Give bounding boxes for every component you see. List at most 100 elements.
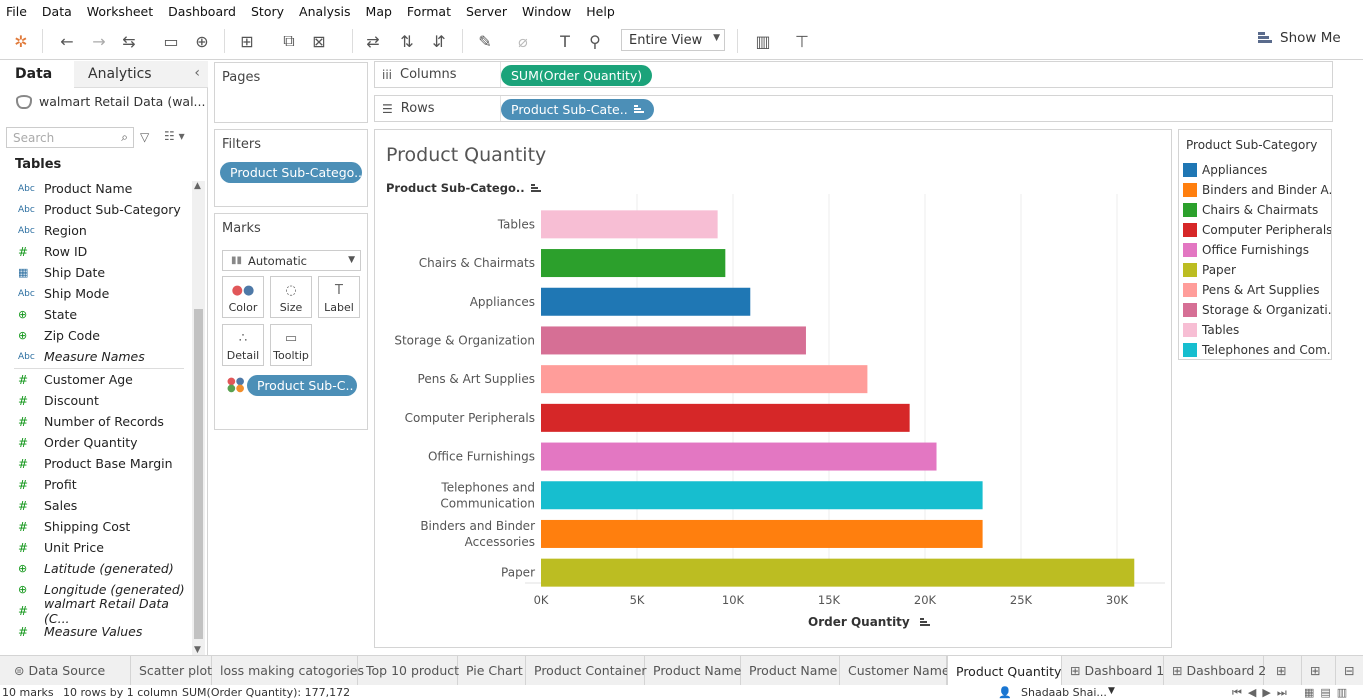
redo-icon[interactable]: →: [88, 31, 110, 51]
filter-icon[interactable]: ▽: [140, 130, 154, 144]
sheet-tab[interactable]: Product Name: [741, 656, 840, 685]
sheet-tab[interactable]: Scatter plot: [131, 656, 212, 685]
legend-item[interactable]: Pens & Art Supplies: [1183, 280, 1331, 300]
field-item[interactable]: ⊕ Zip Code: [0, 325, 190, 346]
columns-shelf[interactable]: iii Columns SUM(Order Quantity): [374, 61, 1333, 88]
field-item[interactable]: # Profit: [0, 474, 190, 495]
sheet-tab[interactable]: Product Name: [645, 656, 741, 685]
field-item[interactable]: # Order Quantity: [0, 432, 190, 453]
legend-item[interactable]: Storage & Organizati..: [1183, 300, 1331, 320]
save-icon[interactable]: ▭: [160, 31, 182, 51]
bar[interactable]: [541, 249, 726, 278]
new-datasource-icon[interactable]: ⊕: [191, 31, 213, 51]
collapse-pane-icon[interactable]: ‹: [194, 65, 200, 81]
field-item[interactable]: Abc Ship Mode: [0, 283, 190, 304]
field-item[interactable]: ▦ Ship Date: [0, 262, 190, 283]
field-item[interactable]: # Measure Values: [0, 621, 190, 642]
columns-pill[interactable]: SUM(Order Quantity): [501, 65, 653, 86]
tooltip-button[interactable]: ▭ Tooltip: [270, 324, 312, 366]
bar[interactable]: [541, 442, 937, 471]
field-item[interactable]: # Customer Age: [0, 369, 190, 390]
fix-axes-icon[interactable]: ⚲: [584, 31, 606, 51]
sheet-tab[interactable]: loss making catogories: [212, 656, 364, 685]
field-item[interactable]: # Unit Price: [0, 537, 190, 558]
fit-dropdown[interactable]: Entire View ▼: [621, 29, 725, 51]
size-button[interactable]: ◌ Size: [270, 276, 312, 318]
label-button[interactable]: T Label: [318, 276, 360, 318]
menu-story[interactable]: Story: [251, 4, 284, 19]
tableau-logo-icon[interactable]: ✲: [10, 31, 32, 51]
show-me-button[interactable]: Show Me: [1258, 30, 1341, 46]
field-item[interactable]: # Shipping Cost: [0, 516, 190, 537]
legend-item[interactable]: Tables: [1183, 320, 1331, 340]
rows-pill[interactable]: Product Sub-Cate..: [501, 99, 654, 120]
group-members-icon[interactable]: ⌀: [512, 31, 534, 51]
legend-item[interactable]: Office Furnishings: [1183, 240, 1331, 260]
sheet-tab[interactable]: ⊜ Data Source: [6, 656, 131, 685]
filters-card[interactable]: Filters Product Sub-Catego..: [214, 129, 368, 207]
search-input[interactable]: Search ⌕: [6, 127, 134, 148]
bar[interactable]: [541, 403, 910, 432]
bar[interactable]: [541, 210, 718, 239]
menu-help[interactable]: Help: [586, 4, 615, 19]
sort-ascending-icon[interactable]: ⇅: [396, 31, 418, 51]
tab-analytics[interactable]: Analytics ‹: [74, 61, 208, 88]
bar[interactable]: [541, 558, 1135, 587]
sort-descending-icon[interactable]: ⇵: [428, 31, 450, 51]
menu-format[interactable]: Format: [407, 4, 451, 19]
filter-pill[interactable]: Product Sub-Catego..: [220, 162, 362, 183]
new-worksheet-icon[interactable]: ⊞: [236, 31, 258, 51]
sheet-tab[interactable]: ⊞ Dashboard 1: [1062, 656, 1164, 685]
sheet-tab[interactable]: Product Quantity: [947, 656, 1062, 686]
bar[interactable]: [541, 287, 751, 316]
bar[interactable]: [541, 481, 983, 510]
scrollbar[interactable]: ▲ ▼: [192, 181, 205, 655]
field-item[interactable]: Abc Measure Names: [0, 346, 190, 367]
show-mark-labels-icon[interactable]: T: [554, 31, 576, 51]
bar[interactable]: [541, 519, 983, 548]
datasource-item[interactable]: walmart Retail Data (wal...: [16, 94, 205, 109]
legend-item[interactable]: Paper: [1183, 260, 1331, 280]
new-worksheet-icon[interactable]: ⊞: [1268, 656, 1302, 685]
field-item[interactable]: # walmart Retail Data (C...: [0, 596, 190, 626]
chevron-down-icon[interactable]: ▼: [1108, 686, 1115, 696]
sheet-view-icons[interactable]: ▦▤▥: [1304, 686, 1353, 699]
field-item[interactable]: Abc Region: [0, 220, 190, 241]
color-button[interactable]: ●● Color: [222, 276, 264, 318]
row-header[interactable]: Product Sub-Catego..: [386, 181, 541, 195]
presentation-mode-icon[interactable]: ⊤: [791, 31, 813, 51]
menu-analysis[interactable]: Analysis: [299, 4, 351, 19]
replace-data-icon[interactable]: ⇆: [118, 31, 140, 51]
field-item[interactable]: Abc Product Sub-Category: [0, 199, 190, 220]
clear-sheet-icon[interactable]: ⊠: [308, 31, 330, 51]
sheet-tab[interactable]: Product Container: [526, 656, 647, 685]
tab-data[interactable]: Data: [0, 61, 74, 88]
field-item[interactable]: ⊕ Latitude (generated): [0, 558, 190, 579]
view-options-icon[interactable]: ☷ ▾: [164, 129, 185, 143]
axis-title[interactable]: Order Quantity: [808, 615, 930, 629]
menu-data[interactable]: Data: [42, 4, 72, 19]
legend-item[interactable]: Telephones and Com..: [1183, 340, 1331, 360]
highlight-icon[interactable]: ✎: [474, 31, 496, 51]
status-user[interactable]: Shadaab Shai...: [1021, 686, 1107, 699]
sort-icon[interactable]: [530, 183, 541, 193]
bar[interactable]: [541, 365, 868, 394]
menu-worksheet[interactable]: Worksheet: [87, 4, 153, 19]
sheet-tab[interactable]: ⊞ Dashboard 2: [1164, 656, 1266, 685]
sheet-tab[interactable]: Top 10 product: [358, 656, 459, 685]
sheet-navigation-icons[interactable]: ⏮◀▶⏭: [1232, 686, 1293, 700]
field-item[interactable]: # Row ID: [0, 241, 190, 262]
detail-button[interactable]: ∴ Detail: [222, 324, 264, 366]
field-item[interactable]: # Sales: [0, 495, 190, 516]
legend-item[interactable]: Computer Peripherals: [1183, 220, 1331, 240]
marks-color-pill[interactable]: Product Sub-C..: [247, 375, 357, 396]
undo-icon[interactable]: ←: [56, 31, 78, 51]
pages-card[interactable]: Pages: [214, 62, 368, 123]
field-item[interactable]: # Discount: [0, 390, 190, 411]
field-item[interactable]: Abc Product Name: [0, 178, 190, 199]
duplicate-sheet-icon[interactable]: ⧉: [278, 31, 300, 51]
menu-map[interactable]: Map: [366, 4, 392, 19]
rows-shelf[interactable]: ☰ Rows Product Sub-Cate..: [374, 95, 1333, 122]
menu-file[interactable]: File: [6, 4, 27, 19]
menu-window[interactable]: Window: [522, 4, 571, 19]
